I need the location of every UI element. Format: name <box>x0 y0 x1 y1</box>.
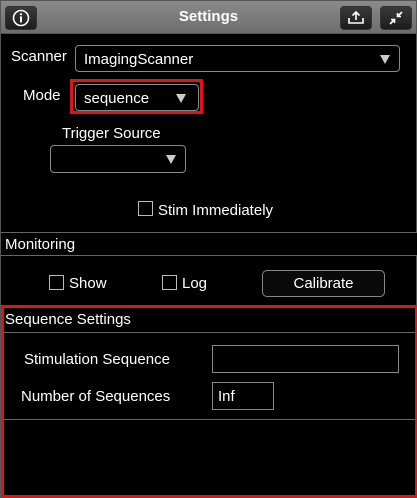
show-checkbox[interactable] <box>49 275 64 290</box>
show-label: Show <box>69 275 107 292</box>
title-bar: Settings <box>0 0 417 34</box>
trigger-source-label: Trigger Source <box>62 125 161 142</box>
stimulation-sequence-label: Stimulation Sequence <box>24 351 170 368</box>
mode-dropdown[interactable]: sequence <box>75 84 199 111</box>
mode-value: sequence <box>84 90 150 107</box>
trigger-source-dropdown[interactable] <box>50 145 186 173</box>
stim-immediately-label: Stim Immediately <box>158 202 274 219</box>
number-of-sequences-label: Number of Sequences <box>21 388 171 405</box>
collapse-button[interactable] <box>380 6 412 30</box>
scanner-dropdown[interactable]: ImagingScanner <box>75 45 400 72</box>
stimulation-sequence-input[interactable] <box>212 345 399 373</box>
minimize-arrows-icon <box>389 11 403 25</box>
log-label: Log <box>182 275 208 292</box>
section-divider <box>1 419 417 420</box>
export-button[interactable] <box>340 6 372 30</box>
monitoring-header: Monitoring <box>1 232 417 256</box>
chevron-down-icon <box>176 94 186 103</box>
log-checkbox[interactable] <box>162 275 177 290</box>
monitoring-title: Monitoring <box>5 236 76 253</box>
sequence-settings-header: Sequence Settings <box>1 307 417 333</box>
scanner-label: Scanner <box>11 48 67 65</box>
upload-icon <box>348 10 364 24</box>
mode-label: Mode <box>23 87 61 104</box>
number-of-sequences-input[interactable] <box>212 382 274 410</box>
chevron-down-icon <box>380 55 390 64</box>
calibrate-button[interactable]: Calibrate <box>262 270 385 297</box>
stim-immediately-checkbox[interactable] <box>138 201 153 216</box>
chevron-down-icon <box>166 155 176 164</box>
sequence-settings-title: Sequence Settings <box>5 311 131 328</box>
settings-panel: Scanner ImagingScanner Mode sequence Tri… <box>0 34 417 498</box>
scanner-value: ImagingScanner <box>84 51 194 68</box>
